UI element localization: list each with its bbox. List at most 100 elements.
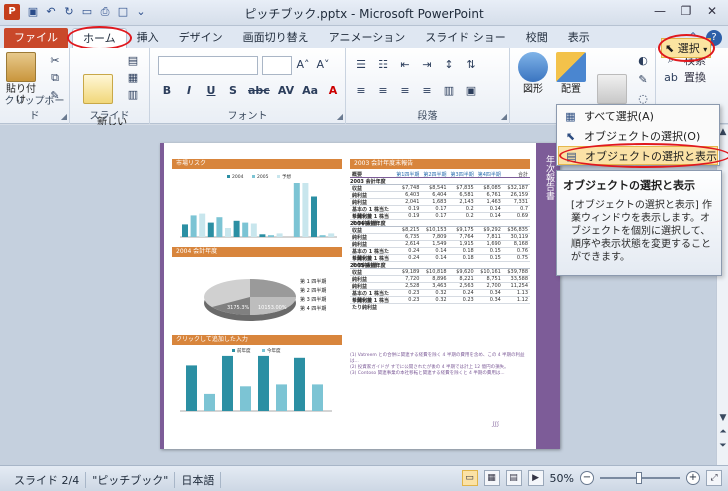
shadow-icon[interactable]: S bbox=[226, 84, 240, 97]
clipboard-launcher-icon[interactable]: ◢ bbox=[61, 112, 67, 121]
underline-icon[interactable]: U bbox=[204, 84, 218, 97]
font-name-box[interactable] bbox=[158, 56, 258, 75]
group-label-clipboard: クリップボード bbox=[4, 96, 65, 122]
paragraph-launcher-icon[interactable]: ◢ bbox=[501, 112, 507, 121]
market-bar bbox=[276, 233, 283, 237]
table-cell: 6,761 bbox=[486, 192, 501, 198]
legend-forecast: 予想 bbox=[282, 173, 291, 180]
section-credit: クリックして追加した入力 bbox=[172, 335, 342, 345]
justify-icon[interactable]: ≡ bbox=[420, 84, 434, 97]
table-cell: $7,835 bbox=[456, 185, 474, 191]
scroll-down-icon[interactable]: ▼ bbox=[717, 413, 728, 423]
increase-indent-icon[interactable]: ⇥ bbox=[420, 58, 434, 71]
language-indicator[interactable]: 日本語 bbox=[175, 472, 222, 488]
italic-icon[interactable]: I bbox=[182, 84, 196, 97]
table-cell: 0.19 bbox=[408, 206, 420, 212]
normal-view-icon[interactable]: ▭ bbox=[461, 470, 478, 486]
pie-chart-svg: 3175.3% 10153.00% 第 1 四半期 第 2 四半期 第 3 四半… bbox=[204, 278, 326, 321]
bold-icon[interactable]: B bbox=[160, 84, 174, 97]
prev-slide-icon[interactable]: ⏶ bbox=[717, 427, 728, 437]
section-forecast: 2004 会計年度 bbox=[172, 247, 342, 257]
shrink-font-icon[interactable]: A˅ bbox=[316, 58, 330, 71]
text-direction-icon[interactable]: ⇅ bbox=[464, 58, 478, 71]
shape-outline-icon[interactable]: ✎ bbox=[636, 73, 650, 86]
menu-item-selection-pane[interactable]: ▤ オブジェクトの選択と表示(P)... bbox=[558, 143, 728, 182]
cut-icon[interactable]: ✂ bbox=[48, 54, 62, 67]
font-size-box[interactable] bbox=[262, 56, 292, 75]
zoom-slider-thumb[interactable] bbox=[636, 472, 642, 484]
bullets-icon[interactable]: ☰ bbox=[354, 58, 368, 71]
slideshow-view-icon[interactable]: ▶ bbox=[527, 470, 544, 486]
zoom-slider[interactable] bbox=[600, 472, 680, 484]
slide-canvas[interactable]: 年次報告書 市場リスク 2004 2005 予想 2004 会計年度 3175.… bbox=[160, 143, 560, 449]
market-bar bbox=[207, 222, 214, 237]
tab-design[interactable]: デザイン bbox=[169, 28, 233, 48]
replace-button[interactable]: ab 置換 bbox=[664, 69, 706, 85]
chevron-down-icon: ▾ bbox=[703, 45, 708, 54]
fit-to-window-icon[interactable]: ⤢ bbox=[706, 470, 722, 486]
section-market-risk: 市場リスク bbox=[172, 159, 342, 169]
align-left-icon[interactable]: ≡ bbox=[354, 84, 368, 97]
zoom-out-icon[interactable]: − bbox=[580, 471, 594, 485]
reset-icon[interactable]: ▦ bbox=[126, 71, 140, 84]
strike-icon[interactable]: abc bbox=[248, 84, 270, 97]
tab-animations[interactable]: アニメーション bbox=[319, 28, 416, 48]
layout-icon[interactable]: ▤ bbox=[126, 54, 140, 67]
font-color-icon[interactable]: A bbox=[326, 84, 340, 97]
spacing-icon[interactable]: AV bbox=[278, 84, 294, 97]
tab-home[interactable]: ホーム bbox=[67, 26, 132, 50]
arrange-button[interactable]: 配置 bbox=[554, 52, 588, 95]
table-cell: 7,809 bbox=[432, 234, 447, 240]
zoom-level[interactable]: 50% bbox=[550, 472, 574, 485]
table-note: (1) Vatreem との合併に関連する経費を除く 4 半期の費用を含め、この… bbox=[350, 353, 525, 364]
table-cell: 0.14 bbox=[435, 255, 447, 261]
legend-2004: 2004 bbox=[232, 174, 244, 180]
arrow-cursor-icon: ⬉ bbox=[565, 130, 576, 143]
table-cell: 2,143 bbox=[459, 199, 474, 205]
tooltip-body: [オブジェクトの選択と表示] 作業ウィンドウを表示します。オブジェクトを個別に選… bbox=[571, 200, 712, 263]
align-center-icon[interactable]: ≡ bbox=[376, 84, 390, 97]
menu-item-select-all[interactable]: ▦ すべて選択(A) bbox=[558, 107, 718, 126]
section-icon[interactable]: ▥ bbox=[126, 88, 140, 101]
table-group-label: 2005 会計年度 bbox=[350, 262, 530, 269]
tab-slideshow[interactable]: スライド ショー bbox=[415, 28, 516, 48]
numbering-icon[interactable]: ☷ bbox=[376, 58, 390, 71]
table-cell: 0.23 bbox=[462, 297, 474, 303]
minimize-icon[interactable]: — bbox=[648, 2, 672, 20]
decrease-indent-icon[interactable]: ⇤ bbox=[398, 58, 412, 71]
table-cell: 1.13 bbox=[516, 290, 529, 296]
copy-icon[interactable]: ⧉ bbox=[48, 71, 62, 85]
align-right-icon[interactable]: ≡ bbox=[398, 84, 412, 97]
zoom-in-icon[interactable]: + bbox=[686, 471, 700, 485]
columns-icon[interactable]: ▥ bbox=[442, 84, 456, 97]
table-cell: 1,915 bbox=[459, 241, 474, 247]
table-cell: 7,331 bbox=[513, 199, 529, 205]
tab-view[interactable]: 表示 bbox=[558, 28, 600, 48]
title-bar: P ▣ ↶ ↻ ▭ ⎙ □ ⌄ ピッチブック.pptx - Microsoft … bbox=[0, 0, 728, 26]
table-cell: 1,549 bbox=[432, 241, 447, 247]
tab-transitions[interactable]: 画面切り替え bbox=[233, 28, 319, 48]
financial-table: 概要 第1四半期 第2四半期 第3四半期 第4四半期 合計 2003 会計年度 収益 $7,74… bbox=[350, 171, 530, 311]
theme-name: "ピッチブック" bbox=[86, 472, 176, 488]
market-bar bbox=[293, 183, 300, 237]
close-icon[interactable]: ✕ bbox=[700, 2, 724, 20]
tab-file[interactable]: ファイル bbox=[4, 28, 68, 48]
next-slide-icon[interactable]: ⏷ bbox=[717, 441, 728, 451]
change-case-icon[interactable]: Aa bbox=[302, 84, 318, 97]
restore-icon[interactable]: ❐ bbox=[674, 2, 698, 20]
table-header-cell: 第3四半期 bbox=[450, 172, 474, 178]
line-spacing-icon[interactable]: ↕ bbox=[442, 58, 456, 71]
tab-review[interactable]: 校閲 bbox=[516, 28, 558, 48]
smartart-icon[interactable]: ▣ bbox=[464, 84, 478, 97]
slide-sorter-icon[interactable]: ▦ bbox=[483, 470, 500, 486]
grow-font-icon[interactable]: A˄ bbox=[296, 58, 310, 71]
select-button[interactable]: ⬉ 選択 ▾ bbox=[657, 34, 716, 62]
table-cell: 8,896 bbox=[432, 276, 447, 282]
shape-fill-icon[interactable]: ◐ bbox=[636, 54, 650, 67]
shapes-icon bbox=[518, 52, 548, 82]
reading-view-icon[interactable]: ▤ bbox=[505, 470, 522, 486]
tab-insert[interactable]: 挿入 bbox=[127, 28, 169, 48]
shapes-button[interactable]: 図形 bbox=[516, 52, 550, 95]
font-launcher-icon[interactable]: ◢ bbox=[337, 112, 343, 121]
table-row: 希薄化後 1 株当たり純利益 0.19 0.17 0.2 0.14 0.69 bbox=[350, 213, 530, 227]
